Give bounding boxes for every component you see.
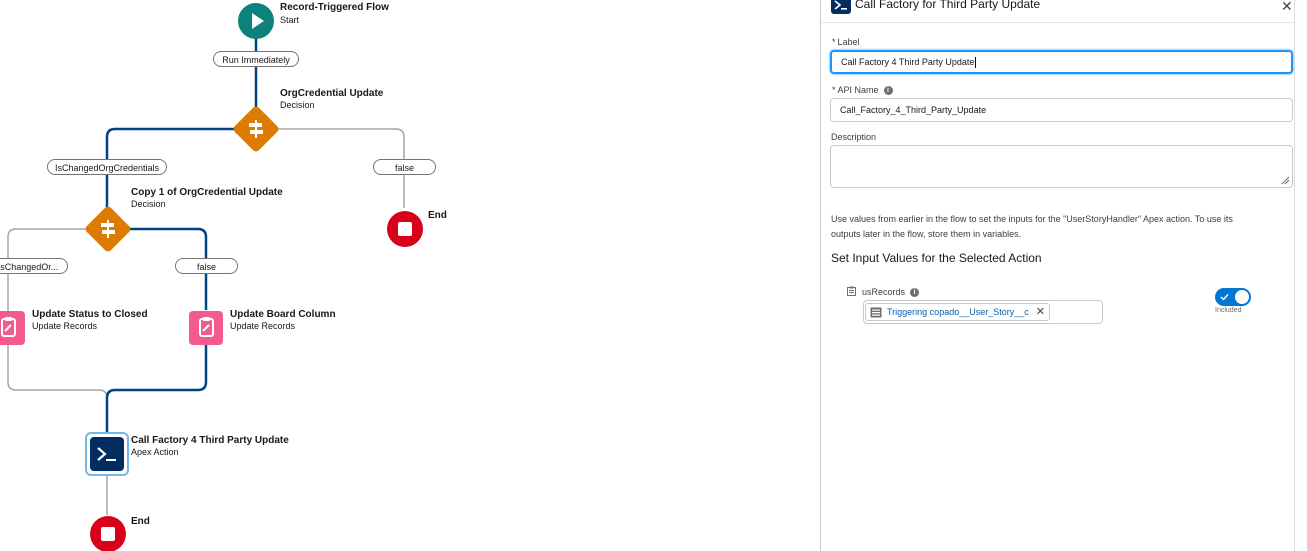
outcome-false-1[interactable]: false [373,159,436,175]
apex-title: Call Factory 4 Third Party Update [131,435,289,446]
info-icon: i [883,86,893,96]
info-icon: i [910,288,920,298]
header-divider [821,22,1294,23]
apex-terminal-icon [831,0,851,14]
update1-title: Update Status to Closed [32,309,148,320]
decision2-subtitle: Decision [131,199,166,209]
apex-subtitle: Apex Action [131,447,179,457]
run-immediately-pill[interactable]: Run Immediately [213,51,299,67]
outcome-ischanged-orgcredentials[interactable]: IsChangedOrgCredentials [47,159,167,175]
start-node-subtitle: Start [280,15,300,25]
decision1-subtitle: Decision [280,100,315,110]
decision2-title: Copy 1 of OrgCredential Update [131,187,283,198]
end-node-icon[interactable] [387,211,423,247]
toggle-label: Included [1215,307,1242,314]
description-textarea[interactable] [830,145,1293,188]
outcome-ischanged-truncated[interactable]: IsChangedOr... [0,258,68,274]
apex-action-node[interactable] [85,432,129,476]
update2-title: Update Board Column [230,309,336,320]
signpost-icon [101,220,115,238]
label-input[interactable]: Call Factory 4 Third Party Update [830,50,1293,74]
outcome-false-2[interactable]: false [175,258,238,274]
resize-handle-icon[interactable] [1280,175,1290,185]
check-icon [1220,294,1229,301]
action-properties-panel: Call Factory for Third Party Update ✕ * L… [820,0,1294,551]
section-title: Set Input Values for the Selected Action [831,251,1042,265]
connector-merge-right [105,344,208,432]
api-name-input[interactable]: Call_Factory_4_Third_Party_Update [830,98,1293,122]
end-node-icon[interactable] [90,516,126,551]
start-node-icon[interactable] [238,3,274,39]
record-collection-icon [870,307,882,318]
close-icon[interactable]: ✕ [1281,0,1293,15]
apex-terminal-icon [90,437,124,471]
clipboard-icon [847,286,856,296]
description-field-label: Description [831,132,877,142]
update-records-icon[interactable] [189,311,223,345]
label-field-label: * Label [832,37,860,47]
update2-subtitle: Update Records [230,321,296,331]
start-node-title: Record-Triggered Flow [280,2,389,13]
resource-pill[interactable]: Triggering copado__User_Story__c ✕ [865,303,1050,321]
usrecords-label: usRecords i [862,287,920,298]
update1-subtitle: Update Records [32,321,98,331]
signpost-icon [249,120,263,138]
end-node-1-label: End [428,210,447,221]
api-name-field-label: * API Name i [832,85,893,96]
panel-title: Call Factory for Third Party Update [855,0,1041,11]
update-records-icon[interactable] [0,311,25,345]
remove-pill-icon[interactable]: ✕ [1036,304,1045,320]
include-toggle[interactable] [1215,288,1251,306]
help-text: Use values from earlier in the flow to s… [831,214,1233,239]
flow-canvas[interactable]: Record-Triggered Flow Start Run Immediat… [0,0,820,551]
usrecords-input[interactable]: Triggering copado__User_Story__c ✕ [863,300,1103,324]
connector-merge-left [7,344,108,432]
end-node-2-label: End [131,516,150,527]
panel-scrollbar[interactable] [1294,0,1307,551]
decision1-title: OrgCredential Update [280,88,384,99]
